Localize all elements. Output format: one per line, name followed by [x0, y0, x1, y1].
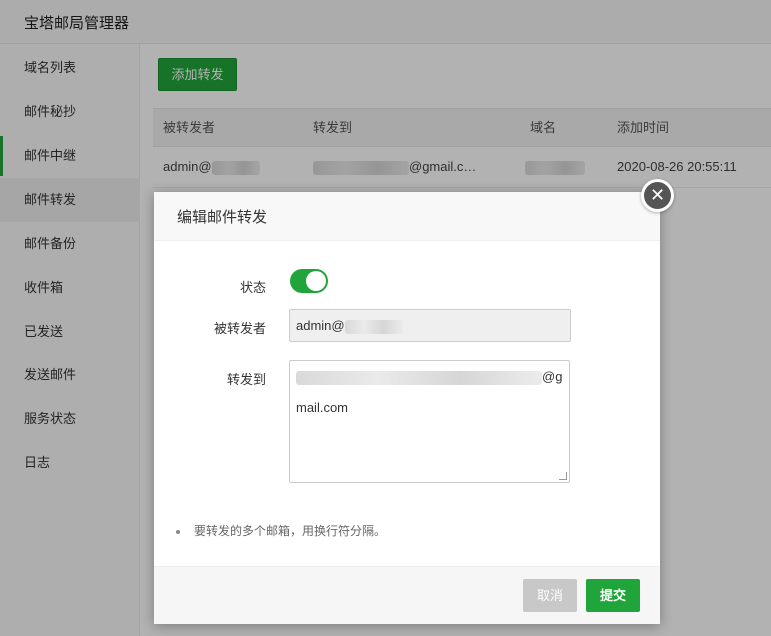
submit-button[interactable]: 提交: [586, 579, 640, 612]
redacted-text: [296, 370, 542, 385]
dialog-title: 编辑邮件转发: [177, 209, 268, 226]
bullet-icon: [176, 529, 180, 534]
help-tip: 要转发的多个邮箱，用换行符分隔。: [176, 522, 386, 539]
edit-forward-dialog: 编辑邮件转发 状态 被转发者 admin@ 转发到 @g mail.com 要转…: [154, 192, 660, 624]
cancel-button[interactable]: 取消: [523, 579, 577, 612]
redacted-text: [344, 319, 403, 334]
dialog-header: 编辑邮件转发: [154, 192, 660, 241]
forwarder-label: 被转发者: [213, 321, 266, 336]
resize-handle[interactable]: [559, 472, 567, 480]
status-label: 状态: [239, 280, 266, 295]
status-toggle[interactable]: [290, 269, 328, 293]
close-icon: ✕: [644, 182, 671, 209]
forward-to-label: 转发到: [226, 372, 266, 387]
close-dialog-button[interactable]: ✕: [641, 179, 674, 212]
toggle-knob: [306, 271, 326, 291]
forward-to-textarea[interactable]: @g mail.com: [289, 360, 570, 483]
forwarder-field[interactable]: admin@: [289, 309, 571, 342]
dialog-footer: 取消 提交: [154, 566, 660, 624]
